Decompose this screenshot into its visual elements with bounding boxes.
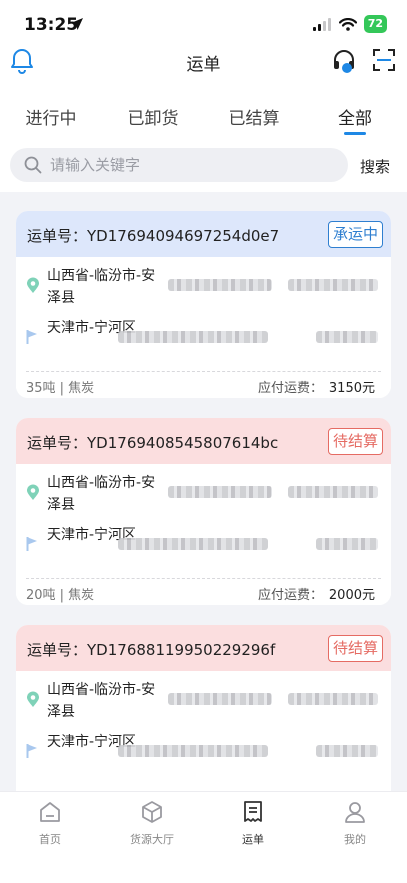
destination-row: 天津市-宁河区 [16, 731, 391, 771]
order-card-footer: 35吨 | 焦炭 应付运费： 3150元 [16, 373, 391, 397]
cargo-info: 35吨 | 焦炭 [26, 381, 95, 396]
status-badge: 待结算 [328, 635, 384, 662]
tabbar-item-waybill[interactable]: 运单 [213, 800, 293, 847]
order-card-footer: 20吨 | 焦炭 应付运费： 2000元 [16, 580, 391, 604]
origin-row: 山西省-临汾市-安泽县 [16, 679, 391, 720]
tabbar-label: 我的 [344, 833, 366, 846]
order-card[interactable]: 运单号：YD17694094697254d0e7 承运中 山西省-临汾市-安泽县… [16, 211, 391, 398]
active-tab-indicator [344, 132, 366, 135]
signal-icon [312, 17, 331, 31]
wifi-icon [338, 17, 357, 31]
battery-indicator: 72 [363, 15, 387, 33]
destination-detail-redacted [316, 538, 378, 550]
search-input[interactable] [50, 148, 330, 182]
tabbar-label: 首页 [39, 833, 61, 846]
origin-address: 山西省-临汾市-安泽县 [47, 475, 156, 513]
order-number: 运单号：YD1769408545807614bc [27, 434, 279, 452]
origin-row: 山西省-临汾市-安泽县 [16, 265, 391, 306]
fee-amount: 2000元 [328, 588, 375, 603]
tabbar-item-home[interactable]: 首页 [10, 800, 90, 847]
order-card-header: 运单号：YD17688119950229296f 待结算 [16, 625, 391, 671]
divider [26, 371, 381, 372]
origin-row: 山西省-临汾市-安泽县 [16, 472, 391, 513]
order-card-body: 山西省-临汾市-安泽县 天津市-宁河区 35吨 | 焦炭 应付运费： 3150元 [16, 257, 391, 398]
location-arrow-icon [71, 18, 83, 30]
tabbar-label: 运单 [242, 833, 264, 846]
origin-detail-redacted [288, 486, 378, 498]
waybill-icon [244, 801, 262, 822]
origin-pin-icon [27, 484, 39, 500]
status-badge: 承运中 [328, 221, 384, 248]
origin-address: 山西省-临汾市-安泽县 [47, 682, 156, 720]
status-tabs: 进行中 已卸货 已结算 全部 [0, 96, 407, 136]
destination-detail-redacted [316, 745, 378, 757]
scan-icon[interactable] [373, 49, 395, 71]
customer-service-icon[interactable] [332, 48, 356, 74]
origin-pin-icon [27, 691, 39, 707]
tab-unloaded[interactable]: 已卸货 [113, 104, 193, 129]
order-card-header: 运单号：YD1769408545807614bc 待结算 [16, 418, 391, 464]
origin-detail-redacted [288, 279, 378, 291]
tabbar-item-me[interactable]: 我的 [315, 800, 395, 847]
fee-label: 应付运费： [257, 381, 323, 396]
order-card-header: 运单号：YD17694094697254d0e7 承运中 [16, 211, 391, 257]
nav-bar: 运单 [0, 44, 407, 80]
fee-amount: 3150元 [328, 381, 375, 396]
tab-in-progress[interactable]: 进行中 [11, 104, 91, 129]
destination-flag-icon [26, 744, 37, 758]
divider [26, 578, 381, 579]
destination-row: 天津市-宁河区 [16, 317, 391, 357]
order-card-body: 山西省-临汾市-安泽县 天津市-宁河区 20吨 | 焦炭 应付运费： 2000元 [16, 464, 391, 605]
order-card[interactable]: 运单号：YD17688119950229296f 待结算 山西省-临汾市-安泽县… [16, 625, 391, 812]
tabbar-label: 货源大厅 [130, 833, 174, 846]
fee-label: 应付运费： [257, 588, 323, 603]
destination-detail-redacted [118, 331, 268, 343]
origin-detail-redacted [168, 486, 272, 498]
home-icon [40, 802, 60, 822]
status-badge: 待结算 [328, 428, 384, 455]
status-bar: 13:25 72 [0, 0, 407, 50]
origin-pin-icon [27, 277, 39, 293]
destination-flag-icon [26, 537, 37, 551]
search-icon [24, 156, 42, 174]
origin-detail-redacted [168, 279, 272, 291]
search-box [10, 148, 348, 182]
origin-detail-redacted [288, 693, 378, 705]
tabbar-item-cargo-hall[interactable]: 货源大厅 [112, 800, 192, 847]
destination-flag-icon [26, 330, 37, 344]
origin-detail-redacted [168, 693, 272, 705]
status-indicators: 72 [312, 15, 387, 33]
user-icon [345, 802, 365, 823]
destination-row: 天津市-宁河区 [16, 524, 391, 564]
order-number: 运单号：YD17688119950229296f [27, 641, 276, 659]
package-icon [142, 801, 162, 823]
destination-detail-redacted [118, 538, 268, 550]
order-number: 运单号：YD17694094697254d0e7 [27, 227, 280, 245]
tab-settled[interactable]: 已结算 [214, 104, 294, 129]
destination-detail-redacted [316, 331, 378, 343]
origin-address: 山西省-临汾市-安泽县 [47, 268, 156, 306]
tab-all[interactable]: 全部 [315, 104, 395, 129]
search-button[interactable]: 搜索 [360, 156, 390, 177]
cargo-info: 20吨 | 焦炭 [26, 588, 95, 603]
bottom-tab-bar: 首页 货源大厅 运单 我的 [0, 791, 407, 883]
order-card[interactable]: 运单号：YD1769408545807614bc 待结算 山西省-临汾市-安泽县… [16, 418, 391, 605]
destination-detail-redacted [118, 745, 268, 757]
